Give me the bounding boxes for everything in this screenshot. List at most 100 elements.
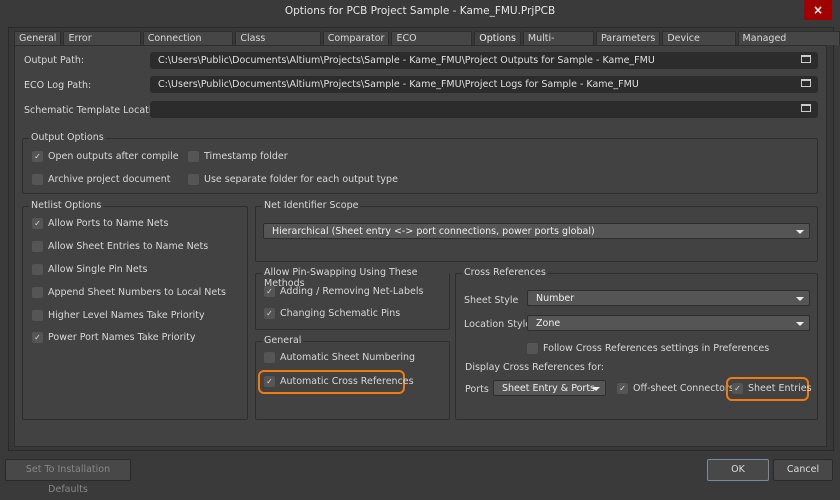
timestamp-folder-checkbox[interactable]: Timestamp folder <box>188 151 288 162</box>
tab-eco-generation[interactable]: ECO Generation <box>391 31 473 58</box>
chevron-down-icon <box>592 387 600 391</box>
location-style-dropdown[interactable]: Zone <box>527 315 810 331</box>
checkbox-label: Timestamp folder <box>204 151 288 162</box>
checkbox-icon: ✓ <box>264 286 275 297</box>
tab-parameters[interactable]: Parameters <box>595 31 661 45</box>
eco-log-input[interactable]: C:\Users\Public\Documents\Altium\Project… <box>150 76 818 93</box>
eco-log-label: ECO Log Path: <box>24 80 92 91</box>
group-title: Netlist Options <box>29 200 104 211</box>
checkbox-icon: ✓ <box>617 383 628 394</box>
folder-icon[interactable] <box>801 104 811 112</box>
checkbox-label: Follow Cross References settings in Pref… <box>543 343 770 354</box>
tab-device-sheets[interactable]: Device Sheets <box>662 31 736 58</box>
output-path-input[interactable]: C:\Users\Public\Documents\Altium\Project… <box>150 52 818 69</box>
pin-swapping-group: Allow Pin-Swapping Using These Methods <box>255 267 450 330</box>
group-title: General <box>262 335 304 346</box>
checkbox-icon <box>32 264 43 275</box>
netlist-option-checkbox[interactable]: ✓ Allow Ports to Name Nets <box>32 218 168 229</box>
sheet-entries-checkbox[interactable]: ✓ Sheet Entries <box>732 383 812 394</box>
folder-icon[interactable] <box>801 79 811 87</box>
checkbox-icon <box>32 310 43 321</box>
tab-class-generation[interactable]: Class Generation <box>235 31 321 58</box>
changing-schematic-pins-checkbox[interactable]: ✓ Changing Schematic Pins <box>264 308 400 319</box>
tab-managed-outputjobs[interactable]: Managed OutputJobs <box>737 31 840 58</box>
checkbox-icon: ✓ <box>32 151 43 162</box>
checkbox-label: Changing Schematic Pins <box>280 308 401 319</box>
checkbox-label: Use separate folder for each output type <box>204 174 398 185</box>
ports-label: Ports <box>465 384 489 395</box>
group-title: Net Identifier Scope <box>262 200 361 211</box>
checkbox-label: Sheet Entries <box>748 383 812 394</box>
netlist-option-checkbox[interactable]: Append Sheet Numbers to Local Nets <box>32 287 226 298</box>
checkbox-icon <box>188 151 199 162</box>
template-label: Schematic Template Location: <box>24 105 167 116</box>
checkbox-icon: ✓ <box>264 376 275 387</box>
checkbox-label: Power Port Names Take Priority <box>48 332 196 343</box>
tab-multi-channel[interactable]: Multi-Channel <box>522 31 594 58</box>
eco-log-value: C:\Users\Public\Documents\Altium\Project… <box>158 79 639 90</box>
checkbox-label: Allow Single Pin Nets <box>48 264 148 275</box>
template-input[interactable] <box>150 101 818 118</box>
folder-icon[interactable] <box>801 55 811 63</box>
separate-folder-checkbox[interactable]: Use separate folder for each output type <box>188 174 398 185</box>
display-cross-refs-label: Display Cross References for: <box>465 362 605 373</box>
sheet-style-dropdown[interactable]: Number <box>527 290 810 306</box>
dropdown-value: Number <box>536 293 575 304</box>
dropdown-value: Zone <box>536 318 561 329</box>
checkbox-icon <box>527 343 538 354</box>
checkbox-icon <box>32 241 43 252</box>
chevron-down-icon <box>796 230 804 234</box>
checkbox-icon <box>264 352 275 363</box>
checkbox-label: Adding / Removing Net-Labels <box>280 286 424 297</box>
off-sheet-connectors-checkbox[interactable]: ✓ Off-sheet Connectors <box>617 383 734 394</box>
net-identifier-dropdown[interactable]: Hierarchical (Sheet entry <-> port conne… <box>263 223 810 239</box>
checkbox-label: Automatic Sheet Numbering <box>280 352 416 363</box>
tab-options[interactable]: Options <box>474 31 521 45</box>
tab-error-reporting[interactable]: Error Reporting <box>63 31 141 58</box>
follow-preferences-checkbox[interactable]: Follow Cross References settings in Pref… <box>527 343 769 354</box>
close-button[interactable]: × <box>804 0 832 20</box>
checkbox-label: Off-sheet Connectors <box>633 383 734 394</box>
automatic-sheet-numbering-checkbox[interactable]: Automatic Sheet Numbering <box>264 352 415 363</box>
ok-button[interactable]: OK <box>707 459 769 481</box>
checkbox-icon: ✓ <box>32 332 43 343</box>
set-defaults-button[interactable]: Set To Installation Defaults <box>5 459 131 495</box>
tab-bar: GeneralError ReportingConnection MatrixC… <box>14 31 840 58</box>
tab-connection-matrix[interactable]: Connection Matrix <box>142 31 234 58</box>
checkbox-label: Allow Ports to Name Nets <box>48 218 169 229</box>
netlist-option-checkbox[interactable]: Allow Single Pin Nets <box>32 264 147 275</box>
chevron-down-icon <box>796 322 804 326</box>
checkbox-label: Automatic Cross References <box>280 376 414 387</box>
tab-comparator[interactable]: Comparator <box>322 31 390 45</box>
netlist-option-checkbox[interactable]: Allow Sheet Entries to Name Nets <box>32 241 208 252</box>
window-title: Options for PCB Project Sample - Kame_FM… <box>284 5 556 17</box>
checkbox-icon: ✓ <box>264 308 275 319</box>
tab-general[interactable]: General <box>14 31 62 45</box>
netlist-option-checkbox[interactable]: ✓ Power Port Names Take Priority <box>32 332 195 343</box>
checkbox-icon: ✓ <box>32 218 43 229</box>
checkbox-label: Append Sheet Numbers to Local Nets <box>48 287 226 298</box>
checkbox-icon <box>32 287 43 298</box>
open-outputs-checkbox[interactable]: ✓ Open outputs after compile <box>32 151 179 162</box>
archive-project-checkbox[interactable]: Archive project document <box>32 174 171 185</box>
group-title: Cross References <box>462 267 548 278</box>
ports-dropdown[interactable]: Sheet Entry & Ports <box>493 380 606 396</box>
sheet-style-label: Sheet Style <box>464 295 519 306</box>
checkbox-icon <box>32 174 43 185</box>
dropdown-value: Hierarchical (Sheet entry <-> port conne… <box>272 226 595 237</box>
checkbox-label: Allow Sheet Entries to Name Nets <box>48 241 209 252</box>
group-title: Output Options <box>29 132 106 143</box>
adding-removing-net-labels-checkbox[interactable]: ✓ Adding / Removing Net-Labels <box>264 286 423 297</box>
checkbox-label: Archive project document <box>48 174 171 185</box>
checkbox-icon <box>188 174 199 185</box>
output-path-label: Output Path: <box>24 55 85 66</box>
automatic-cross-references-checkbox[interactable]: ✓ Automatic Cross References <box>264 376 414 387</box>
checkbox-label: Open outputs after compile <box>48 151 179 162</box>
checkbox-icon: ✓ <box>732 383 743 394</box>
dropdown-value: Sheet Entry & Ports <box>502 383 595 394</box>
output-options-group: Output Options <box>22 132 818 194</box>
cancel-button[interactable]: Cancel <box>773 459 833 481</box>
netlist-option-checkbox[interactable]: Higher Level Names Take Priority <box>32 310 205 321</box>
chevron-down-icon <box>796 297 804 301</box>
output-path-value: C:\Users\Public\Documents\Altium\Project… <box>158 55 655 66</box>
